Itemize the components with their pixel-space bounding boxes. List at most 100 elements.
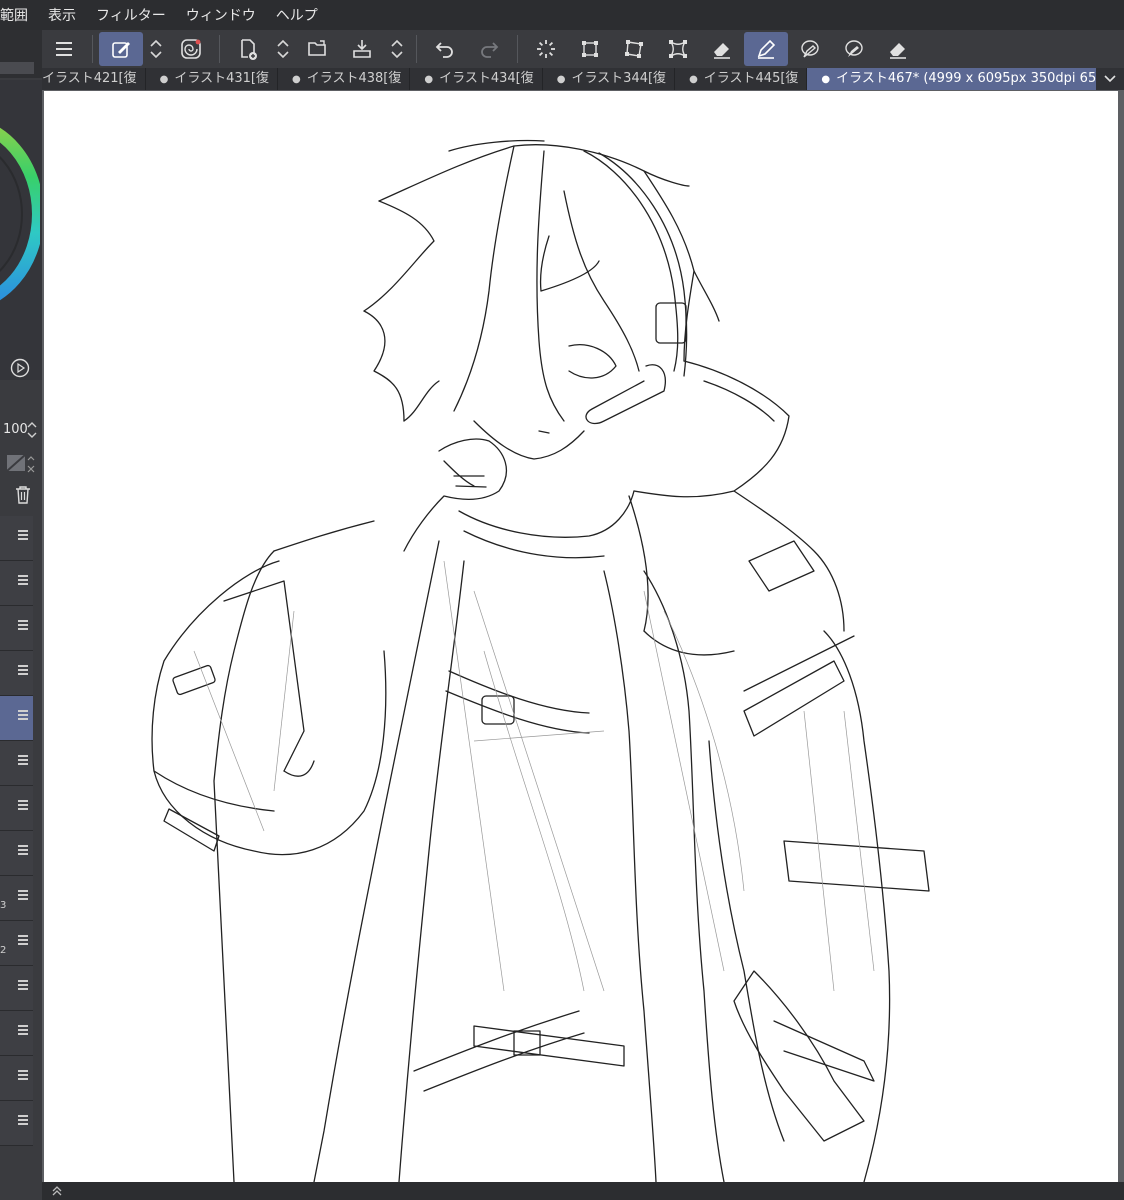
canvas-tab-4[interactable]: ● イラスト344[復 (543, 68, 676, 90)
layer-row[interactable] (0, 831, 33, 876)
toolbar-button-3[interactable] (169, 32, 213, 66)
canvas-tab-0[interactable]: イラスト421[復 (42, 68, 146, 90)
trash-icon[interactable] (14, 485, 32, 505)
canvas-tab-1[interactable]: ● イラスト431[復 (146, 68, 278, 90)
canvas-tab-bar: イラスト421[復 ● イラスト431[復 ● イラスト438[復 ● イラスト434[復 ●… (42, 68, 1124, 90)
toolbar-button-8[interactable] (384, 32, 410, 66)
tab-list-chevron-icon[interactable] (1096, 68, 1124, 90)
layer-menu-icon[interactable] (18, 710, 28, 722)
toolbar-button-1[interactable] (99, 32, 143, 66)
chevron-up-icon[interactable] (50, 1184, 64, 1198)
toolbar-separator (416, 35, 417, 63)
unsaved-dot-icon: ● (689, 74, 698, 85)
unsaved-dot-icon: ● (821, 74, 831, 85)
toolbar-button-13[interactable] (612, 32, 656, 66)
toolbar-button-15[interactable] (700, 32, 744, 66)
lasso-pen-icon (801, 40, 819, 58)
layer-row[interactable]: 2 (0, 921, 33, 966)
canvas-area[interactable] (42, 90, 1124, 1182)
undo-icon (435, 42, 453, 58)
layer-row[interactable] (0, 786, 33, 831)
toolbar-button-17[interactable] (788, 32, 832, 66)
canvas-tab-5[interactable]: ● イラスト445[復 (675, 68, 808, 90)
toolbar-button-6[interactable] (296, 32, 340, 66)
layer-menu-icon[interactable] (18, 935, 28, 947)
eraser-icon (714, 43, 730, 59)
layer-menu-icon[interactable] (18, 755, 28, 767)
layer-row[interactable] (0, 1101, 33, 1146)
toolbar-button-11[interactable] (524, 32, 568, 66)
canvas-tab-3[interactable]: ● イラスト434[復 (410, 68, 543, 90)
command-bar (42, 30, 1124, 68)
toolbar-button-18[interactable] (832, 32, 876, 66)
unsaved-dot-icon: ● (556, 74, 566, 85)
toolbar-button-19[interactable] (876, 32, 920, 66)
layer-menu-icon[interactable] (18, 980, 28, 992)
toolbar-button-4[interactable] (226, 32, 270, 66)
layer-row[interactable] (0, 966, 33, 1011)
layer-menu-icon[interactable] (18, 845, 28, 857)
tab-label: イラスト434[復 (439, 71, 534, 86)
menu-item-selection[interactable]: 範囲 (0, 5, 38, 25)
mesh-transform-icon (669, 40, 687, 58)
tab-label: イラスト445[復 (703, 71, 799, 86)
color-wheel[interactable] (0, 110, 40, 320)
menu-item-1[interactable]: 表示 (38, 5, 86, 25)
panel-tab[interactable] (0, 62, 34, 74)
canvas-tab-6[interactable]: ● イラスト467* (4999 x 6095px 350dpi 65.2%) (807, 68, 1124, 90)
toolbar-button-16[interactable] (744, 32, 788, 66)
toolbar-button-5[interactable] (270, 32, 296, 66)
layer-row[interactable] (0, 561, 33, 606)
toolbar-button-0[interactable] (42, 32, 86, 66)
transform-icon (582, 41, 598, 57)
layer-menu-icon[interactable] (18, 890, 28, 902)
menu-item-2[interactable]: フィルター (86, 5, 176, 25)
menu-item-4[interactable]: ヘルプ (266, 5, 328, 25)
canvas-paper[interactable] (44, 91, 1118, 1182)
play-icon[interactable] (10, 358, 30, 378)
layer-menu-icon[interactable] (18, 1115, 28, 1127)
toolbar-button-10[interactable] (467, 32, 511, 66)
layer-menu-icon[interactable] (18, 620, 28, 632)
toolbar-button-14[interactable] (656, 32, 700, 66)
layer-row[interactable] (0, 741, 33, 786)
canvas-tab-2[interactable]: ● イラスト438[復 (278, 68, 411, 90)
menu-icon (56, 42, 72, 56)
layer-row[interactable]: 3 (0, 876, 33, 921)
tab-label: イラスト344[復 (571, 71, 667, 86)
toolbar-button-2[interactable] (143, 32, 169, 66)
layer-menu-icon[interactable] (18, 530, 28, 542)
layer-list: 32 (0, 516, 33, 1146)
layer-name: 3 (0, 900, 7, 911)
new-canvas-icon (241, 39, 257, 60)
opacity-value[interactable]: 100 (3, 422, 28, 437)
layer-row[interactable] (0, 516, 33, 561)
opacity-control: 100 (0, 418, 42, 442)
toolbar-separator (92, 35, 93, 63)
toolbar-button-7[interactable] (340, 32, 384, 66)
layer-menu-icon[interactable] (18, 1070, 28, 1082)
up-down-spinner-icon (391, 39, 403, 59)
menu-item-3[interactable]: ウィンドウ (176, 5, 266, 25)
lasso-fill-icon (845, 40, 863, 57)
layer-row[interactable] (0, 651, 33, 696)
layer-row[interactable] (0, 1056, 33, 1101)
toolbar-separator (517, 35, 518, 63)
layer-menu-icon[interactable] (18, 575, 28, 587)
opacity-spinner-icon[interactable] (26, 420, 38, 440)
toolbar-button-9[interactable] (423, 32, 467, 66)
panel-tab-strip (0, 30, 42, 78)
layer-menu-icon[interactable] (18, 665, 28, 677)
up-down-spinner-icon (277, 39, 289, 59)
layer-row[interactable] (0, 606, 33, 651)
save-icon (353, 40, 371, 58)
layer-mask-icon[interactable] (6, 452, 36, 474)
toolbar-button-12[interactable] (568, 32, 612, 66)
pen-icon (757, 39, 776, 59)
layer-name: 2 (0, 945, 7, 956)
layer-menu-icon[interactable] (18, 800, 28, 812)
layer-row[interactable] (0, 1011, 33, 1056)
layer-row[interactable] (0, 696, 33, 741)
menu-bar: 範囲 表示 フィルター ウィンドウ ヘルプ (0, 0, 1124, 30)
layer-menu-icon[interactable] (18, 1025, 28, 1037)
